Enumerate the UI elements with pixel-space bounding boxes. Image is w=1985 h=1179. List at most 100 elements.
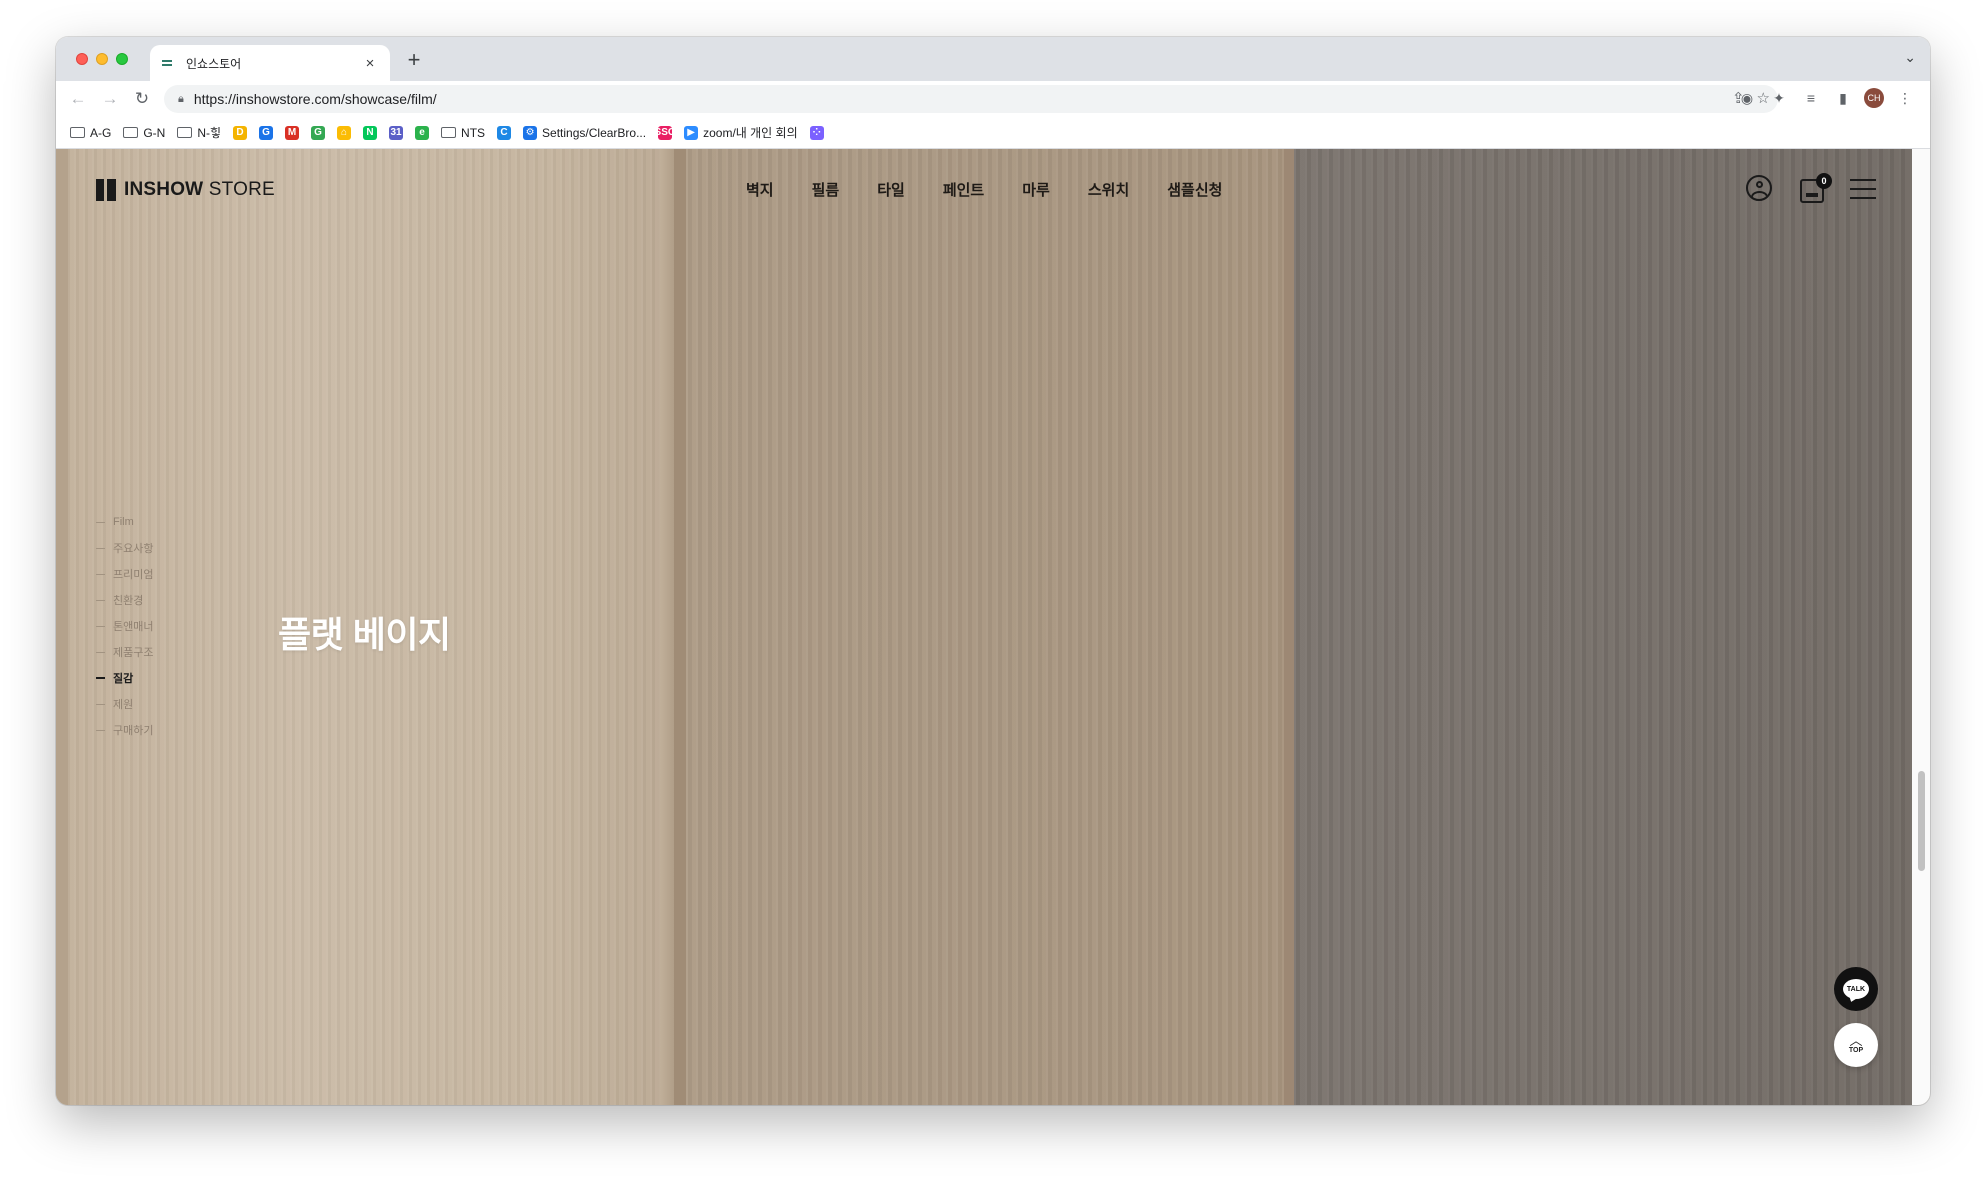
logo-mark-icon <box>96 179 116 201</box>
bookmark-favicon-icon: 31 <box>389 125 404 140</box>
nav-item[interactable]: 타일 <box>877 179 905 200</box>
bookmark-item[interactable]: M <box>285 125 300 140</box>
tab-bar: 인쇼스토어 × + ⌄ <box>56 37 1930 81</box>
chevron-up-icon: ︿ <box>1849 1032 1863 1048</box>
bookmark-item[interactable]: G <box>311 125 326 140</box>
bookmark-item[interactable]: ⌂ <box>337 125 352 140</box>
section-side-menu: Film 주요사항프리미엄친환경톤앤매너제품구조질감제원구매하기 <box>96 514 153 738</box>
dash-marker <box>96 729 105 731</box>
browser-tab-active[interactable]: 인쇼스토어 × <box>150 45 390 81</box>
side-menu-item[interactable]: Film <box>96 514 153 530</box>
dash-marker <box>96 651 105 653</box>
scrollbar-thumb[interactable] <box>1918 771 1925 871</box>
nav-item[interactable]: 벽지 <box>746 179 774 200</box>
main-navigation: 벽지 필름 타일 페인트 마루 스위치 샘플신청 <box>746 179 1222 200</box>
bookmark-favicon-icon: G <box>259 125 274 140</box>
side-menu-item[interactable]: 친환경 <box>96 592 153 608</box>
my-account-button[interactable] <box>1746 175 1774 203</box>
bookmark-item[interactable]: NTS <box>441 126 485 140</box>
address-bar[interactable]: 🔒︎ https://inshowstore.com/showcase/film… <box>164 85 1778 113</box>
hamburger-menu-icon <box>1850 179 1876 199</box>
maximize-window-button[interactable] <box>116 53 128 65</box>
dash-marker <box>96 625 105 627</box>
camera-icon[interactable]: ◉ <box>1736 87 1758 109</box>
cart-button[interactable]: 0 <box>1798 173 1832 203</box>
side-menu-item[interactable]: 제품구조 <box>96 644 153 660</box>
side-menu-item[interactable]: 주요사항 <box>96 540 153 556</box>
bookmark-favicon-icon: N <box>363 125 378 140</box>
bookmark-item[interactable]: C <box>497 125 512 140</box>
nav-item[interactable]: 필름 <box>812 179 840 200</box>
bookmark-item[interactable]: 31 <box>389 125 404 140</box>
minimize-window-button[interactable] <box>96 53 108 65</box>
new-tab-button[interactable]: + <box>402 47 426 73</box>
browser-window: 인쇼스토어 × + ⌄ ← → ↻ 🔒︎ https://inshowstore… <box>56 37 1930 1105</box>
side-menu-item[interactable]: 프리미엄 <box>96 566 153 582</box>
tab-search-chevron-icon[interactable]: ⌄ <box>1904 49 1916 66</box>
page-viewport: INSHOW STORE 벽지 필름 타일 페인트 마루 스위치 샘플신청 0 Film 주요… <box>56 149 1930 1105</box>
close-window-button[interactable] <box>76 53 88 65</box>
back-arrow-icon[interactable]: ← <box>66 87 90 111</box>
side-menu-label: 구매하기 <box>113 725 154 737</box>
side-menu-label: 질감 <box>113 673 134 685</box>
side-menu-item[interactable]: 제원 <box>96 696 153 712</box>
kakao-talk-button[interactable]: TALK <box>1834 967 1878 1011</box>
bookmark-item[interactable]: G <box>259 125 274 140</box>
bookmark-favicon-icon: G <box>311 125 326 140</box>
bookmark-item[interactable]: A-G <box>70 126 111 140</box>
bookmark-item[interactable]: ⁘ <box>809 125 824 140</box>
side-menu-item[interactable]: 구매하기 <box>96 722 153 738</box>
bookmark-item[interactable]: SSG <box>654 125 676 140</box>
extensions-puzzle-icon[interactable]: ✦ <box>1768 87 1790 109</box>
sample-color-title: 플랫 베이지 <box>278 614 451 655</box>
bookmark-item[interactable]: ⚙ Settings/ClearBro... <box>523 125 647 140</box>
film-sample-panel-taupe <box>686 149 1284 1105</box>
bookmark-label: Settings/ClearBro... <box>542 125 647 140</box>
lock-icon[interactable]: 🔒︎ <box>178 93 184 106</box>
dash-marker <box>96 521 105 523</box>
panel-divider <box>674 149 686 1105</box>
bookmark-favicon-icon: SSG <box>654 125 676 140</box>
bookmark-label: A-G <box>90 125 112 140</box>
more-menu-icon[interactable]: ⋮ <box>1894 87 1916 109</box>
dash-marker <box>96 703 105 705</box>
cart-count-badge: 0 <box>1816 173 1832 189</box>
side-menu-label: 제품구조 <box>113 647 154 659</box>
side-menu-label: Film <box>113 516 134 528</box>
user-icon <box>1746 175 1772 201</box>
url-text[interactable]: https://inshowstore.com/showcase/film/ <box>194 91 437 107</box>
top-label: TOP <box>1848 1046 1864 1054</box>
tab-close-icon[interactable]: × <box>362 55 378 72</box>
side-menu-label: 주요사항 <box>113 543 154 555</box>
bookmark-item[interactable]: e <box>415 125 430 140</box>
profile-avatar[interactable]: CH <box>1864 88 1884 108</box>
nav-item[interactable]: 샘플신청 <box>1167 179 1222 200</box>
bookmark-favicon-icon: C <box>497 125 512 140</box>
side-menu-item[interactable]: 질감 <box>96 670 153 686</box>
bookmark-favicon-icon: e <box>415 125 430 140</box>
bookmark-item[interactable]: N-힣 <box>177 124 221 141</box>
side-panel-icon[interactable]: ▮ <box>1832 87 1854 109</box>
bookmark-favicon-icon: ⌂ <box>337 125 352 140</box>
bookmark-item[interactable]: G-N <box>123 126 165 140</box>
bookmark-favicon-icon: ⁘ <box>809 125 824 140</box>
reading-list-icon[interactable]: ≡ <box>1800 87 1822 109</box>
nav-item[interactable]: 마루 <box>1022 179 1050 200</box>
browser-toolbar: ← → ↻ 🔒︎ https://inshowstore.com/showcas… <box>56 81 1930 117</box>
bookmark-item[interactable]: ▶ zoom/내 개인 회의 <box>684 124 798 141</box>
bookmark-favicon-icon: M <box>285 125 300 140</box>
site-logo[interactable]: INSHOW STORE <box>96 179 275 201</box>
forward-arrow-icon[interactable]: → <box>98 87 122 111</box>
scroll-to-top-button[interactable]: ︿ TOP <box>1834 1023 1878 1067</box>
folder-icon <box>441 127 457 138</box>
scrollbar-track[interactable] <box>1912 149 1930 1105</box>
nav-item[interactable]: 스위치 <box>1088 179 1129 200</box>
bookmark-item[interactable]: D <box>233 125 248 140</box>
bookmark-item[interactable]: N <box>363 125 378 140</box>
site-favicon-icon <box>162 57 176 69</box>
side-menu-item[interactable]: 톤앤매너 <box>96 618 153 634</box>
menu-button[interactable] <box>1850 175 1878 203</box>
reload-icon[interactable]: ↻ <box>130 87 154 111</box>
panel-divider <box>1284 149 1294 1105</box>
nav-item[interactable]: 페인트 <box>943 179 984 200</box>
